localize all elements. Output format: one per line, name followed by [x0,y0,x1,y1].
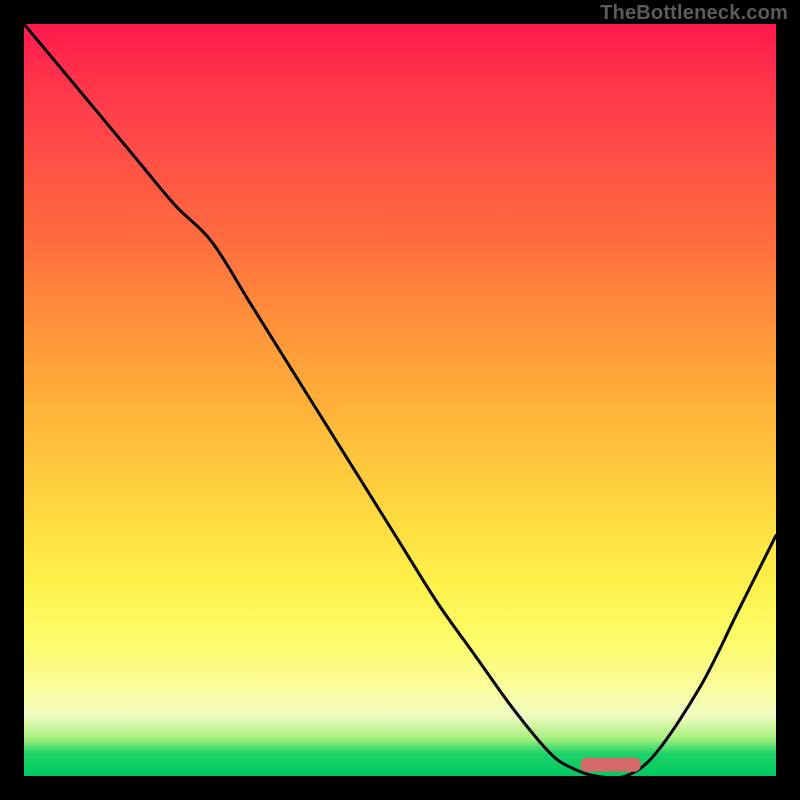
chart-overlay [24,24,776,776]
chart-frame: TheBottleneck.com [0,0,800,800]
bottleneck-curve [24,24,776,778]
optimal-range-marker [581,758,641,772]
watermark-label: TheBottleneck.com [600,2,788,25]
